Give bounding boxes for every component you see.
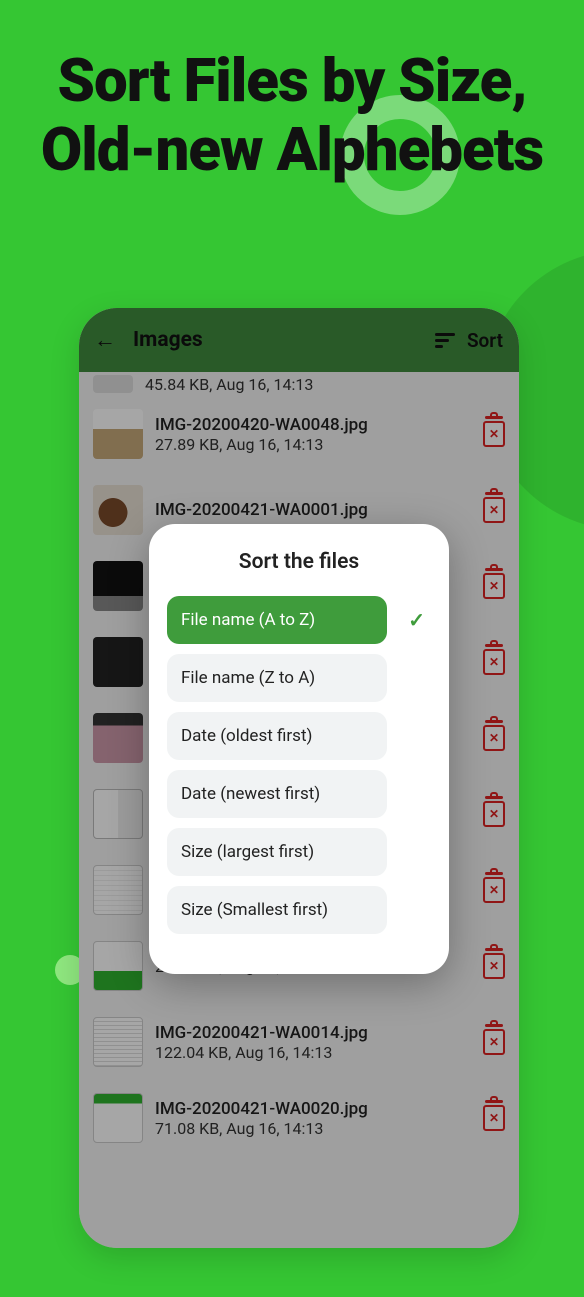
- promo-headline: Sort Files by Size, Old-new Alphebets: [0, 0, 584, 184]
- sort-option-name-desc[interactable]: File name (Z to A): [167, 654, 387, 702]
- sort-option-date-newest[interactable]: Date (newest first): [167, 770, 387, 818]
- sort-option-size-smallest[interactable]: Size (Smallest first): [167, 886, 387, 934]
- dialog-title: Sort the files: [167, 550, 431, 574]
- phone-frame: ← Images Sort 45.84 KB, Aug 16, 14:13 IM…: [79, 308, 519, 1248]
- sort-dialog: Sort the files File name (A to Z) ✓ File…: [149, 524, 449, 974]
- sort-option-name-asc[interactable]: File name (A to Z): [167, 596, 387, 644]
- sort-option-date-oldest[interactable]: Date (oldest first): [167, 712, 387, 760]
- checkmark-icon: ✓: [408, 608, 425, 632]
- sort-option-size-largest[interactable]: Size (largest first): [167, 828, 387, 876]
